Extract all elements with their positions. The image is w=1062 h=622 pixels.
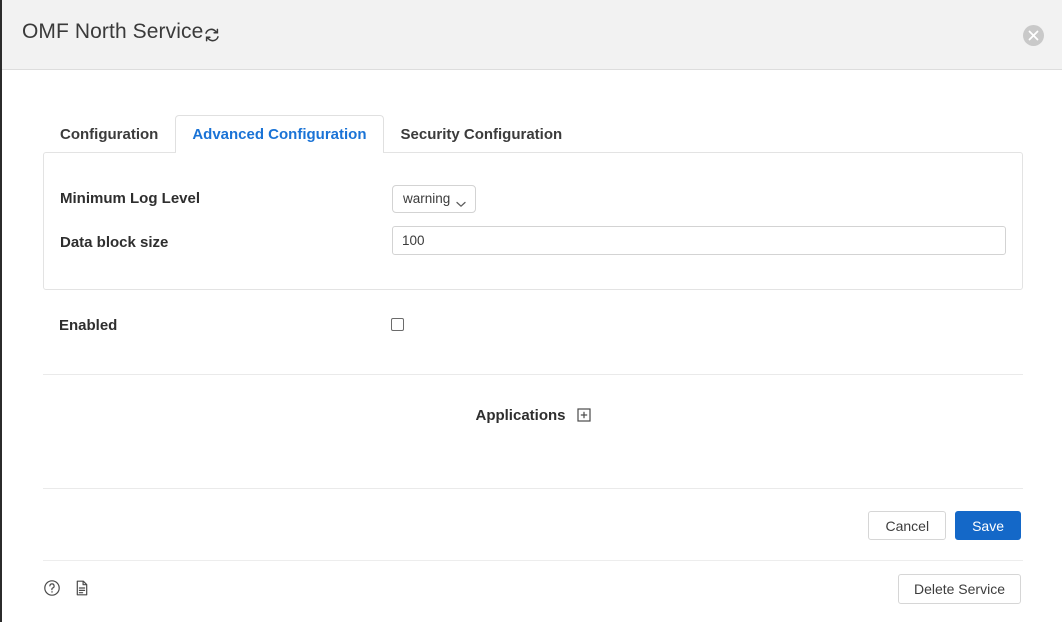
tab-advanced-configuration[interactable]: Advanced Configuration (175, 115, 383, 152)
close-button[interactable] (1023, 25, 1044, 46)
document-icon[interactable] (73, 579, 91, 597)
field-label: Data block size (60, 234, 168, 251)
chevron-down-icon (456, 195, 466, 213)
tab-label: Advanced Configuration (192, 126, 366, 143)
field-enabled: Enabled (43, 310, 1023, 344)
help-circle-icon[interactable] (43, 579, 61, 597)
applications-title: Applications (475, 407, 565, 424)
enabled-label: Enabled (59, 317, 117, 334)
log-level-select[interactable]: warning (392, 185, 476, 213)
cancel-button[interactable]: Cancel (868, 511, 946, 540)
divider (43, 488, 1023, 489)
log-level-value: warning (403, 191, 450, 206)
footer-icons (43, 579, 91, 597)
divider (43, 374, 1023, 375)
divider (43, 560, 1023, 561)
save-button[interactable]: Save (955, 511, 1021, 540)
enabled-checkbox[interactable] (391, 318, 404, 331)
page-title: OMF North Service (22, 20, 203, 44)
field-data-block-size: Data block size (44, 223, 1022, 267)
field-minimum-log-level: Minimum Log Level warning (44, 179, 1022, 223)
refresh-icon[interactable] (203, 26, 221, 44)
advanced-configuration-card: Minimum Log Level warning Data block siz… (43, 152, 1023, 290)
tab-bar: Configuration Advanced Configuration Sec… (43, 115, 579, 152)
data-block-size-input[interactable] (392, 226, 1006, 255)
service-config-dialog: OMF North Service Configuration Advanced… (0, 0, 1062, 622)
dialog-actions: Cancel Save (868, 511, 1021, 540)
delete-service-button[interactable]: Delete Service (898, 574, 1021, 604)
tab-configuration[interactable]: Configuration (43, 115, 175, 152)
tab-security-configuration[interactable]: Security Configuration (384, 115, 580, 152)
tab-label: Configuration (60, 126, 158, 143)
tab-label: Security Configuration (401, 126, 563, 143)
applications-section: Applications (43, 400, 1023, 430)
field-label: Minimum Log Level (60, 190, 200, 207)
add-box-icon[interactable] (577, 408, 591, 422)
dialog-header: OMF North Service (2, 0, 1062, 70)
